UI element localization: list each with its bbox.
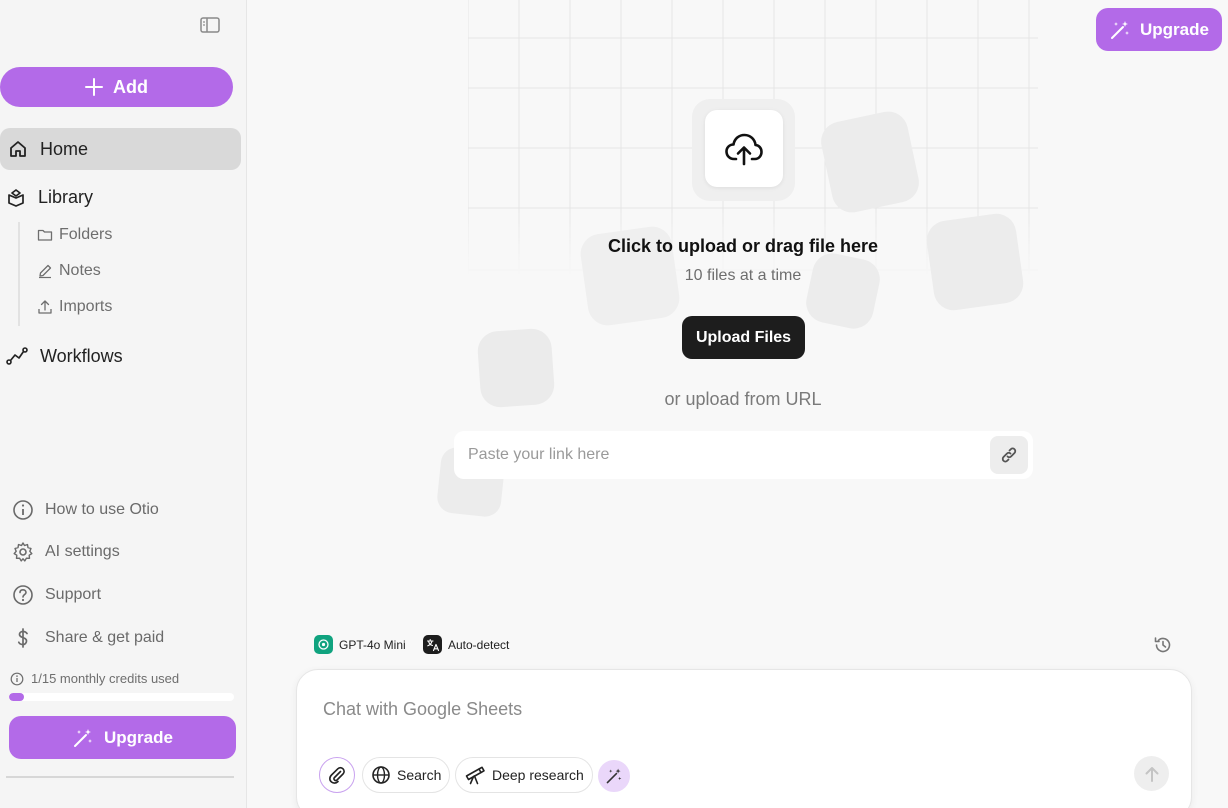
url-input-container: [454, 431, 1033, 479]
url-input[interactable]: [468, 431, 978, 479]
library-icon: [8, 189, 24, 207]
translate-icon: [423, 635, 442, 654]
plus-icon: [85, 78, 103, 96]
chat-composer: Search Deep research: [296, 669, 1192, 808]
sidebar-item-workflows[interactable]: Workflows: [6, 343, 123, 369]
support-link[interactable]: Support: [12, 584, 101, 606]
upgrade-label: Upgrade: [1140, 19, 1209, 39]
sidebar-item-home[interactable]: Home: [0, 128, 241, 170]
history-icon[interactable]: [1152, 634, 1174, 656]
pencil-icon: [39, 264, 52, 279]
add-button[interactable]: Add: [0, 67, 233, 107]
paperclip-icon: [329, 766, 345, 784]
credits-status: 1/15 monthly credits used: [10, 671, 179, 686]
dollar-icon: [17, 628, 28, 648]
credits-progress-bar: [9, 693, 234, 701]
info-icon: [13, 500, 33, 520]
upload-arrow-icon: [38, 300, 52, 314]
attach-button[interactable]: [319, 757, 355, 793]
language-label: Auto-detect: [448, 637, 510, 652]
language-selector[interactable]: Auto-detect: [423, 635, 509, 654]
support-label: Support: [45, 586, 102, 603]
upgrade-label: Upgrade: [104, 727, 173, 747]
help-icon: [13, 585, 33, 605]
deep-research-button[interactable]: Deep research: [455, 757, 593, 793]
how-to-use-label: How to use Otio: [45, 501, 159, 518]
magic-wand-icon: [606, 768, 622, 784]
upload-subtitle: 10 files at a time: [684, 267, 802, 284]
sidebar-divider: [6, 776, 234, 778]
info-small-icon: [10, 672, 24, 685]
sidebar-item-label: Notes: [59, 262, 101, 279]
sidebar-toggle-icon[interactable]: [199, 15, 221, 35]
decorative-tile: [802, 249, 884, 333]
gear-icon: [13, 542, 33, 562]
sidebar-item-folders[interactable]: Folders: [37, 226, 112, 244]
decorative-tile: [817, 107, 923, 217]
model-label: GPT-4o Mini: [339, 637, 406, 652]
magic-enhance-button[interactable]: [598, 760, 630, 792]
globe-icon: [372, 766, 390, 784]
magic-wand-icon: [74, 728, 93, 747]
model-selector[interactable]: GPT-4o Mini: [314, 635, 406, 654]
deep-research-label: Deep research: [492, 767, 584, 783]
share-get-paid-link[interactable]: Share & get paid: [12, 627, 164, 649]
search-toggle-button[interactable]: Search: [362, 757, 451, 793]
workflow-icon: [6, 347, 28, 365]
credits-progress-fill: [9, 693, 24, 701]
upload-dropzone-button[interactable]: [705, 110, 783, 187]
sidebar-item-label: Home: [40, 138, 89, 159]
library-subtree-line: [18, 222, 20, 326]
magic-wand-icon: [1111, 20, 1130, 39]
upload-files-button[interactable]: Upload Files: [682, 316, 805, 359]
folder-icon: [37, 229, 53, 241]
credits-text: 1/15 monthly credits used: [31, 671, 180, 686]
sidebar-item-imports[interactable]: Imports: [37, 298, 112, 316]
ai-settings-label: AI settings: [45, 543, 120, 560]
how-to-use-link[interactable]: How to use Otio: [12, 499, 159, 521]
upload-from-url-label: or upload from URL: [664, 389, 822, 409]
sidebar-item-label: Folders: [59, 226, 113, 243]
sidebar-item-library[interactable]: Library: [6, 184, 93, 210]
sidebar: Add Home Library Folders Notes Imports W…: [0, 0, 247, 808]
cloud-upload-icon: [725, 133, 763, 165]
search-label: Search: [397, 767, 442, 783]
openai-icon: [314, 635, 333, 654]
send-button[interactable]: [1134, 756, 1169, 791]
sidebar-item-label: Imports: [59, 298, 113, 315]
chat-input[interactable]: [323, 694, 1083, 724]
sidebar-item-label: Library: [38, 186, 94, 207]
link-submit-button[interactable]: [990, 436, 1028, 474]
sidebar-upgrade-button[interactable]: Upgrade: [9, 716, 236, 759]
ai-settings-link[interactable]: AI settings: [12, 541, 120, 563]
sidebar-item-label: Workflows: [40, 345, 123, 366]
home-icon: [10, 141, 26, 157]
arrow-up-icon: [1145, 766, 1158, 782]
decorative-tile: [924, 211, 1026, 313]
link-icon: [1001, 447, 1017, 463]
add-button-label: Add: [113, 76, 148, 97]
sidebar-item-notes[interactable]: Notes: [37, 262, 101, 280]
header-upgrade-button[interactable]: Upgrade: [1096, 8, 1222, 51]
telescope-icon: [465, 766, 485, 785]
share-get-paid-label: Share & get paid: [45, 629, 165, 646]
upload-title: Click to upload or drag file here: [607, 236, 879, 256]
